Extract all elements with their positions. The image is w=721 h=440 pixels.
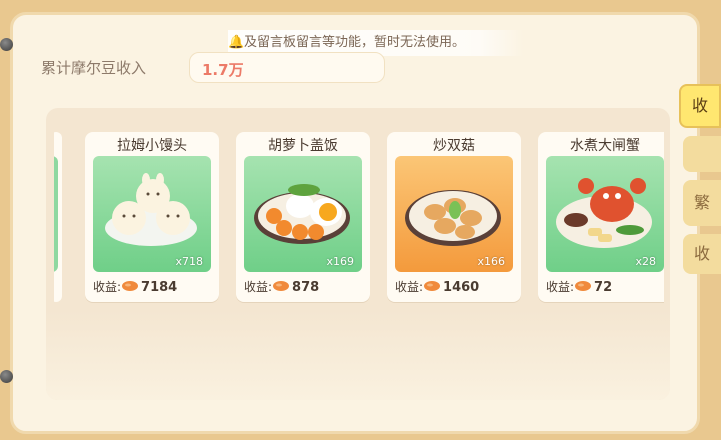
income-label: 累计摩尔豆收入	[41, 59, 147, 77]
dish-count: x169	[326, 255, 354, 268]
profit-label: 收益:	[546, 280, 575, 294]
profit-value: 878	[292, 280, 320, 295]
dish-image-steamed-buns: x718	[93, 156, 211, 272]
dish-card[interactable]: 炒双菇 x166 收益: 1460	[387, 132, 521, 302]
dish-profit: 收益: 1460	[395, 278, 479, 295]
dish-image-carrot-rice: x169	[244, 156, 362, 272]
dish-profit: 收益: 7184	[93, 278, 177, 295]
partial-dish-card[interactable]	[54, 132, 62, 302]
mole-bean-icon	[574, 280, 592, 295]
income-value-box: 1.7万	[189, 52, 385, 83]
dish-count: x718	[175, 255, 203, 268]
dish-name: 胡萝卜盖饭	[268, 138, 338, 154]
tab-label: 繁	[693, 193, 710, 212]
tab-collect[interactable]: 收	[683, 234, 721, 274]
tab-empty[interactable]	[683, 136, 721, 172]
tab-label: 收	[691, 96, 708, 115]
dish-profit: 收益: 72	[546, 278, 612, 295]
mole-bean-icon	[272, 280, 290, 295]
dish-card[interactable]: 水煮大闸蟹 x28 收益: 72	[538, 132, 664, 302]
notice-text: 及留言板留言等功能，暂时无法使用。	[244, 35, 466, 50]
dish-name: 炒双菇	[433, 138, 475, 154]
binder-ring	[0, 38, 13, 51]
tab-income[interactable]: 收	[679, 84, 721, 128]
profit-label: 收益:	[93, 280, 122, 294]
profit-value: 7184	[141, 280, 178, 295]
mole-bean-icon	[121, 280, 139, 295]
dish-count: x28	[635, 255, 656, 268]
dish-image-crab: x28	[546, 156, 664, 272]
dish-card[interactable]: 胡萝卜盖饭 x169 收益: 878	[236, 132, 370, 302]
mole-bean-icon	[423, 280, 441, 295]
profit-label: 收益:	[244, 280, 273, 294]
dish-strip[interactable]: 拉姆小馒头 x718 收益: 7184 胡萝卜盖饭 x169 收益: 878 炒…	[54, 128, 664, 306]
profit-value: 72	[594, 280, 613, 295]
tab-label: 收	[693, 244, 710, 263]
dish-image-mushrooms: x166	[395, 156, 513, 272]
dish-count: x166	[477, 255, 505, 268]
profit-value: 1460	[443, 280, 480, 295]
profit-label: 收益:	[395, 280, 424, 294]
dish-card[interactable]: 拉姆小馒头 x718 收益: 7184	[85, 132, 219, 302]
dish-name: 水煮大闸蟹	[570, 138, 640, 154]
dish-name: 拉姆小馒头	[117, 138, 187, 154]
panel-fade	[46, 310, 670, 400]
income-value: 1.7万	[202, 61, 244, 79]
binder-ring	[0, 370, 13, 383]
dish-profit: 收益: 878	[244, 278, 319, 295]
tab-prosperity[interactable]: 繁	[683, 180, 721, 226]
